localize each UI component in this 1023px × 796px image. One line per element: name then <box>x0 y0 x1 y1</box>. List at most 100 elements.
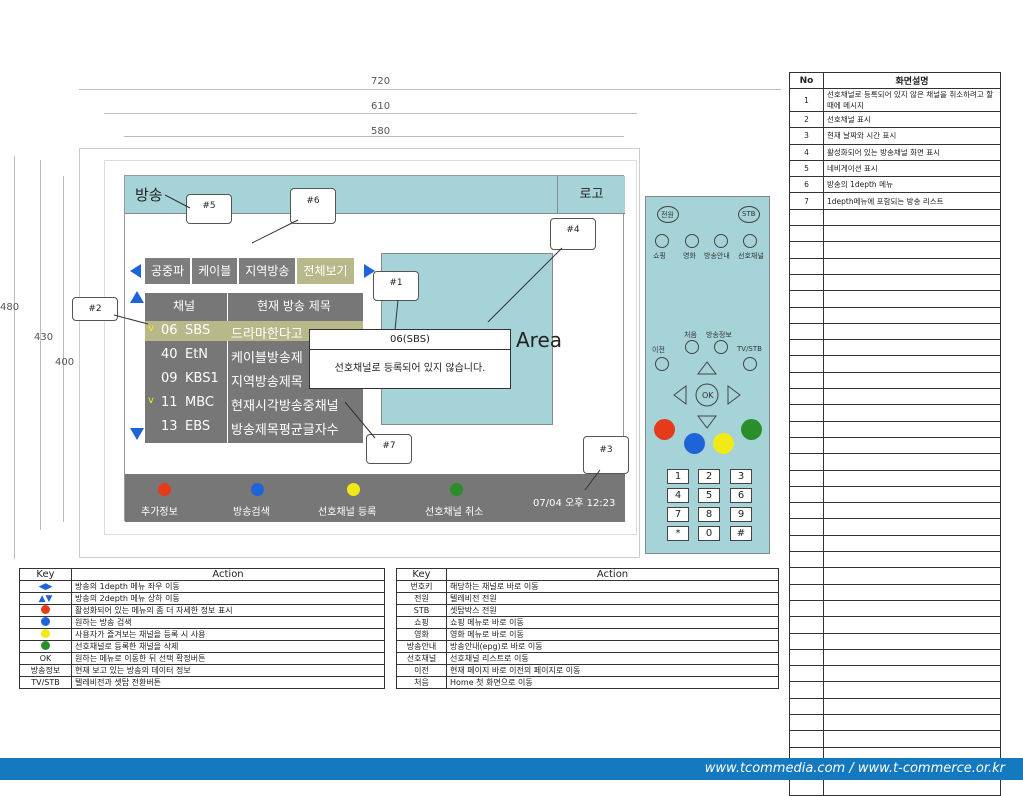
table-row <box>789 730 1001 748</box>
table-cell: 선호채널 표시 <box>823 110 1001 129</box>
table-cell: 선호채널로 등록한 채널을 삭제 <box>71 640 385 653</box>
table-row: 6 방송의 1depth 메뉴 <box>789 176 1001 194</box>
key-7[interactable]: 7 <box>667 507 689 522</box>
table-cell: 영화 <box>396 628 447 641</box>
shopping-button[interactable] <box>655 234 669 248</box>
table-row: 7 1depth메뉴에 포함되는 방송 리스트 <box>789 192 1001 210</box>
table-cell <box>823 388 1001 406</box>
table-cell: 7 <box>789 192 824 210</box>
table-cell <box>789 241 824 259</box>
key-3[interactable]: 3 <box>730 469 752 484</box>
table-cell <box>823 583 1001 601</box>
prev-button[interactable] <box>655 357 669 371</box>
table-cell <box>823 290 1001 308</box>
key-table-header-key: Key <box>396 568 447 581</box>
table-cell <box>789 616 824 634</box>
favorite-button[interactable] <box>743 234 757 248</box>
epg-button[interactable] <box>714 234 728 248</box>
table-cell: 쇼핑 메뉴로 바로 이동 <box>446 616 779 629</box>
tvstb-label: TV/STB <box>737 345 762 353</box>
table-cell: 5 <box>789 159 824 178</box>
remote-red-button-icon[interactable] <box>654 419 675 440</box>
table-row <box>789 388 1001 406</box>
table-cell <box>789 339 824 357</box>
table-row: STB 셋탑박스 전원 <box>396 604 779 617</box>
table-cell <box>789 730 824 748</box>
table-cell: TV/STB <box>19 676 72 689</box>
table-row <box>789 518 1001 536</box>
table-cell: 2 <box>789 110 824 129</box>
key-9[interactable]: 9 <box>730 507 752 522</box>
table-row <box>789 534 1001 553</box>
table-cell: 6 <box>789 176 824 194</box>
table-cell: 원하는 메뉴로 이동한 뒤 선택 확정버튼 <box>71 652 385 665</box>
key-1[interactable]: 1 <box>667 469 689 484</box>
table-cell <box>823 420 1001 438</box>
table-cell: 방송정보 <box>19 664 72 677</box>
footer-links: www.tcommedia.com / www.t-commerce.or.kr <box>704 761 1005 776</box>
table-cell: OK <box>19 652 72 665</box>
first-button[interactable] <box>685 340 699 354</box>
table-row <box>789 257 1001 275</box>
key-table-header-action: Action <box>446 568 779 581</box>
table-cell: 텔레비전과 셋탑 전환버튼 <box>71 676 385 689</box>
table-cell <box>823 241 1001 259</box>
key-4[interactable]: 4 <box>667 488 689 503</box>
key-8[interactable]: 8 <box>698 507 720 522</box>
blue-dot-icon <box>19 616 72 629</box>
table-row <box>789 697 1001 715</box>
table-row <box>789 436 1001 455</box>
table-cell <box>789 697 824 715</box>
red-dot-icon <box>19 604 72 617</box>
table-cell: 3 <box>789 127 824 145</box>
table-cell: 방송의 2depth 메뉴 상하 이동 <box>71 592 385 605</box>
table-cell <box>823 502 1001 520</box>
table-row <box>789 208 1001 227</box>
tvstb-button[interactable] <box>743 357 757 371</box>
remote-yellow-button-icon[interactable] <box>713 433 734 454</box>
key-2[interactable]: 2 <box>698 469 720 484</box>
table-cell <box>789 502 824 520</box>
key-6[interactable]: 6 <box>730 488 752 503</box>
remote-green-button-icon[interactable] <box>741 419 762 440</box>
table-row <box>789 632 1001 650</box>
table-cell <box>789 779 824 796</box>
table-row <box>789 665 1001 683</box>
table-cell: 현재 보고 있는 방송의 데이터 정보 <box>71 664 385 677</box>
table-row: 3 현재 날짜와 시간 표시 <box>789 127 1001 145</box>
table-cell <box>789 551 824 569</box>
key-table-header-key: Key <box>19 568 72 581</box>
table-cell <box>789 225 824 243</box>
shopping-label: 쇼핑 <box>653 252 666 260</box>
key-5[interactable]: 5 <box>698 488 720 503</box>
table-cell <box>823 469 1001 487</box>
table-row <box>789 273 1001 292</box>
key-star[interactable]: * <box>667 526 689 541</box>
table-cell <box>823 599 1001 618</box>
table-row <box>789 290 1001 308</box>
key-table-right: Key Action 번호키 해당하는 채널로 바로 이동 전원 텔레비전 전원 S… <box>396 568 779 689</box>
table-cell <box>823 436 1001 455</box>
table-row: 5 네비게이션 표시 <box>789 159 1001 178</box>
info-button[interactable] <box>714 340 728 354</box>
table-cell: 1 <box>789 88 824 112</box>
table-row: ▲▼ 방송의 2depth 메뉴 상하 이동 <box>19 592 385 605</box>
table-cell <box>789 436 824 455</box>
table-cell <box>789 632 824 650</box>
table-row: 쇼핑 쇼핑 메뉴로 바로 이동 <box>396 616 779 629</box>
table-row: 원하는 방송 검색 <box>19 616 385 629</box>
table-cell: 영화 메뉴로 바로 이동 <box>446 628 779 641</box>
table-row: 4 활성화되어 있는 방송채널 화면 표시 <box>789 143 1001 161</box>
table-row <box>789 616 1001 634</box>
table-row <box>789 648 1001 667</box>
table-cell <box>789 534 824 553</box>
table-row <box>789 502 1001 520</box>
table-cell: 현재 페이지 바로 이전의 페이지로 이동 <box>446 664 779 677</box>
movie-button[interactable] <box>685 234 699 248</box>
table-cell: Home 첫 화면으로 이동 <box>446 676 779 689</box>
table-cell <box>823 616 1001 634</box>
remote-blue-button-icon[interactable] <box>684 433 705 454</box>
key-0[interactable]: 0 <box>698 526 720 541</box>
key-hash[interactable]: # <box>730 526 752 541</box>
table-cell: 사용자가 즐겨보는 채널을 등록 시 사용 <box>71 628 385 641</box>
